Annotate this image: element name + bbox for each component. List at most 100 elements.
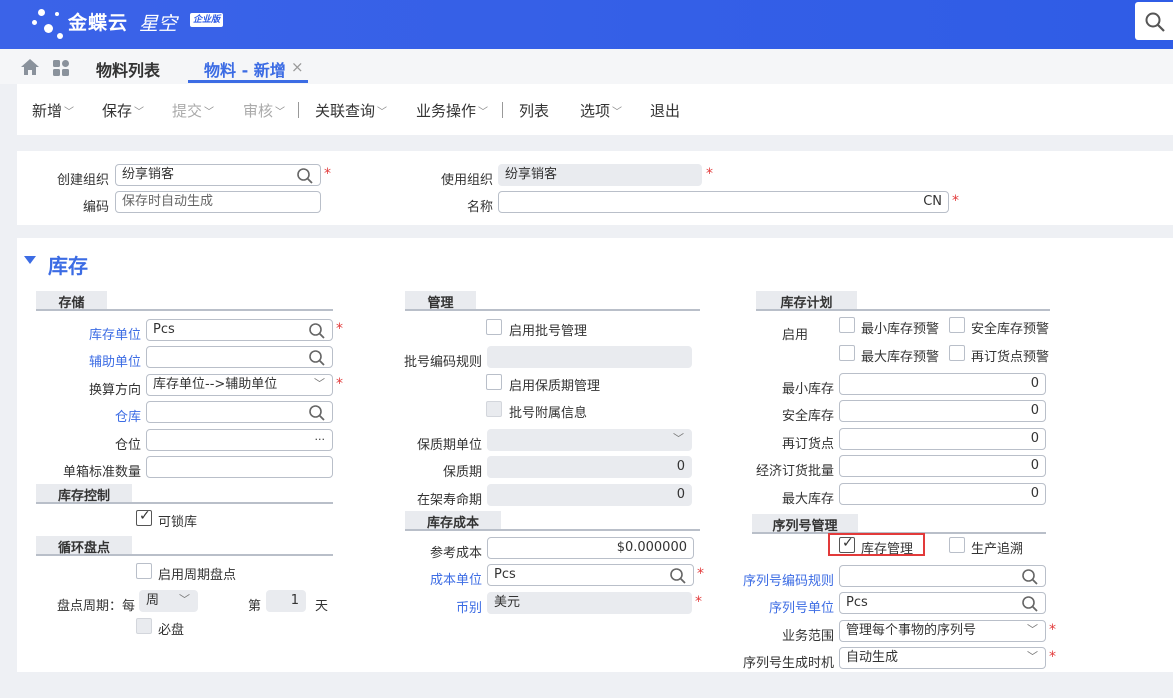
serial-rule-label[interactable]: 序列号编码规则	[730, 570, 834, 589]
group-management-title: 管理	[405, 291, 476, 311]
required-mark: *	[1049, 649, 1056, 665]
conv-dir-label: 换算方向	[88, 383, 141, 398]
enable-cycle-checkbox[interactable]	[136, 563, 152, 579]
currency-label[interactable]: 币别	[395, 597, 482, 616]
submit-button[interactable]: 提交 ﹀	[172, 100, 214, 121]
aux-unit-label[interactable]: 辅助单位	[60, 351, 141, 370]
safe-warn-checkbox[interactable]	[949, 317, 965, 333]
tab-material-new[interactable]: 物料 - 新增	[204, 57, 286, 81]
group-divider	[36, 502, 333, 504]
scope-value: 管理每个事物的序列号	[846, 623, 977, 638]
name-field[interactable]: CN	[498, 191, 949, 213]
scope-select[interactable]: 管理每个事物的序列号 ﹀	[839, 620, 1046, 642]
shelf-period-field: 0	[487, 456, 692, 478]
code-field[interactable]: 保存时自动生成	[115, 191, 321, 213]
use-org-label: 使用组织	[440, 173, 493, 188]
safe-stock-field[interactable]: 0	[839, 400, 1046, 422]
lockable-label: 可锁库	[158, 515, 198, 530]
search-icon[interactable]	[308, 322, 326, 340]
search-icon[interactable]	[669, 567, 687, 585]
related-query-button[interactable]: 关联查询 ﹀	[315, 100, 387, 121]
stock-unit-label[interactable]: 库存单位	[60, 324, 141, 343]
create-org-value: 纷享销客	[122, 167, 175, 182]
list-button[interactable]: 列表	[519, 100, 549, 121]
trace-checkbox[interactable]	[949, 537, 965, 553]
section-title[interactable]: 库存	[48, 250, 88, 279]
batch-attach-checkbox[interactable]	[486, 401, 502, 417]
required-mark: *	[324, 166, 331, 182]
warehouse-field[interactable]	[146, 401, 333, 423]
box-qty-field[interactable]	[146, 456, 333, 478]
aux-unit-field[interactable]	[146, 346, 333, 368]
search-icon[interactable]	[296, 167, 314, 185]
reorder-field[interactable]: 0	[839, 428, 1046, 450]
stock-unit-field[interactable]: Pcs	[146, 319, 333, 341]
business-ops-label: 业务操作	[416, 102, 477, 120]
serial-unit-label[interactable]: 序列号单位	[730, 597, 834, 616]
search-icon[interactable]	[1021, 595, 1039, 613]
group-divider	[36, 554, 333, 556]
exit-button[interactable]: 退出	[650, 100, 680, 121]
serial-stock-mgmt-checkbox[interactable]	[839, 535, 855, 553]
reorder-warn-label: 再订货点预警	[971, 350, 1050, 365]
collapse-triangle-icon[interactable]	[24, 256, 36, 264]
group-storage-title: 存储	[36, 291, 107, 311]
reorder-warn-checkbox[interactable]	[949, 345, 965, 361]
eoq-field[interactable]: 0	[839, 455, 1046, 477]
header-card	[17, 151, 1173, 225]
business-ops-button[interactable]: 业务操作 ﹀	[416, 100, 488, 121]
options-button[interactable]: 选项 ﹀	[580, 100, 622, 121]
global-search-button[interactable]	[1135, 2, 1173, 40]
more-button[interactable]: ···	[315, 432, 326, 448]
serial-unit-field[interactable]: Pcs	[839, 592, 1046, 614]
save-button[interactable]: 保存 ﹀	[102, 100, 144, 121]
warehouse-label[interactable]: 仓库	[60, 406, 141, 425]
min-stock-field[interactable]: 0	[839, 373, 1046, 395]
box-qty-label: 单箱标准数量	[62, 465, 141, 480]
location-field[interactable]: ···	[146, 429, 333, 451]
conv-dir-select[interactable]: 库存单位-->辅助单位 ﹀	[146, 374, 333, 396]
cost-unit-field[interactable]: Pcs	[487, 564, 694, 586]
serial-unit-value: Pcs	[846, 595, 868, 610]
group-divider	[405, 529, 700, 531]
gen-time-select[interactable]: 自动生成 ﹀	[839, 647, 1046, 669]
tab-material-list[interactable]: 物料列表	[96, 57, 160, 81]
min-warn-checkbox[interactable]	[839, 317, 855, 333]
nth-field[interactable]: 1	[266, 590, 306, 612]
create-org-field[interactable]: 纷享销客	[115, 164, 321, 186]
batch-rule-field	[487, 346, 692, 368]
tab-close-icon[interactable]: ×	[291, 58, 304, 76]
audit-button[interactable]: 审核 ﹀	[243, 100, 285, 121]
batch-mgmt-checkbox[interactable]	[486, 319, 502, 335]
name-label: 名称	[466, 200, 493, 215]
currency-field: 美元	[487, 592, 692, 614]
must-count-checkbox[interactable]	[136, 618, 152, 634]
shelf-mgmt-checkbox[interactable]	[486, 374, 502, 390]
conv-dir-value: 库存单位-->辅助单位	[153, 377, 278, 392]
shelf-unit-label: 保质期单位	[416, 438, 482, 453]
group-stock-control: 库存控制	[36, 484, 333, 506]
required-mark: *	[336, 376, 343, 392]
options-label: 选项	[580, 102, 611, 120]
language-indicator[interactable]: CN	[923, 194, 942, 209]
apps-grid-icon[interactable]	[52, 59, 70, 77]
ref-cost-field[interactable]: $0.000000	[487, 537, 694, 559]
chevron-down-icon: ﹀	[377, 107, 388, 118]
serial-rule-field[interactable]	[839, 565, 1046, 587]
audit-label: 审核	[243, 102, 274, 120]
add-button[interactable]: 新增 ﹀	[32, 100, 74, 121]
home-icon[interactable]	[20, 58, 40, 76]
max-warn-checkbox[interactable]	[839, 345, 855, 361]
location-label: 仓位	[114, 438, 141, 453]
shelf-period-label: 保质期	[442, 465, 482, 480]
max-stock-field[interactable]: 0	[839, 483, 1046, 505]
search-icon[interactable]	[308, 404, 326, 422]
chevron-down-icon: ﹀	[314, 377, 325, 390]
search-icon[interactable]	[308, 349, 326, 367]
search-icon[interactable]	[1021, 568, 1039, 586]
cost-unit-label[interactable]: 成本单位	[395, 569, 482, 588]
lockable-checkbox[interactable]	[136, 508, 152, 526]
period-select[interactable]: 周 ﹀	[139, 590, 198, 612]
chevron-down-icon: ﹀	[673, 432, 684, 445]
shelf-life-field: 0	[487, 484, 692, 506]
